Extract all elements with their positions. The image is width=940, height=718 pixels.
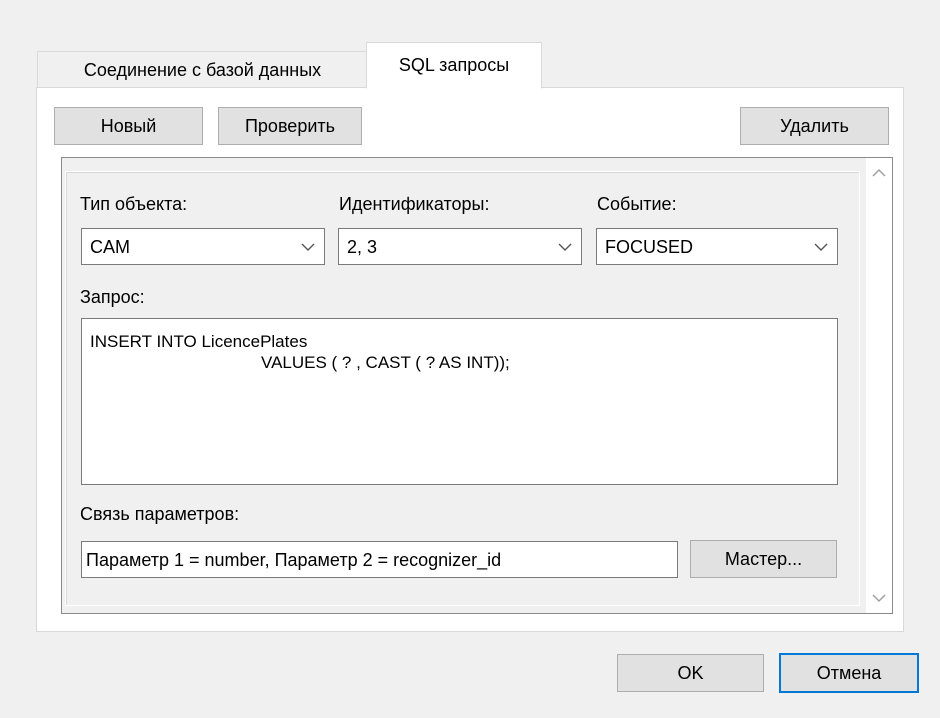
check-button[interactable]: Проверить [218,107,362,145]
new-button[interactable]: Новый [54,107,203,145]
cancel-button-label: Отмена [816,662,882,683]
cancel-button[interactable]: Отмена [779,653,919,693]
object-type-value: CAM [90,237,130,257]
chevron-down-icon [301,243,315,251]
new-button-label: Новый [100,115,157,136]
wizard-button[interactable]: Мастер... [690,540,837,578]
ok-button[interactable]: OK [617,654,764,692]
identifiers-label: Идентификаторы: [339,194,490,214]
chevron-down-icon [872,594,886,603]
query-line: INSERT INTO LicencePlates [90,332,308,351]
query-label: Запрос: [80,287,145,307]
params-value: Параметр 1 = number, Параметр 2 = recogn… [86,550,502,570]
tab-database-connection[interactable]: Соединение с базой данных [37,51,367,88]
object-type-select[interactable]: CAM [81,228,325,265]
chevron-up-icon [872,168,886,177]
identifiers-value: 2, 3 [347,237,378,257]
scroll-up-button[interactable] [866,160,892,186]
wizard-button-label: Мастер... [724,548,803,569]
tab-database-connection-label: Соединение с базой данных [83,59,322,80]
tab-sql-queries[interactable]: SQL запросы [366,42,542,89]
query-line: VALUES ( ? , CAST ( ? AS INT)); [261,353,510,372]
event-value: FOCUSED [605,237,694,257]
delete-button-label: Удалить [780,115,849,136]
ok-button-label: OK [677,662,704,683]
event-label: Событие: [597,194,677,214]
vertical-scrollbar[interactable] [866,158,892,613]
query-textarea[interactable]: INSERT INTO LicencePlates VALUES ( ? , C… [81,318,838,485]
identifiers-select[interactable]: 2, 3 [338,228,582,265]
check-button-label: Проверить [244,115,336,136]
chevron-down-icon [558,243,572,251]
object-type-label: Тип объекта: [80,194,188,214]
chevron-down-icon [814,243,828,251]
delete-button[interactable]: Удалить [740,107,889,145]
tab-sql-queries-label: SQL запросы [398,55,510,75]
params-input[interactable]: Параметр 1 = number, Параметр 2 = recogn… [81,541,678,578]
scroll-down-button[interactable] [866,585,892,611]
params-label: Связь параметров: [80,504,240,524]
event-select[interactable]: FOCUSED [596,228,838,265]
